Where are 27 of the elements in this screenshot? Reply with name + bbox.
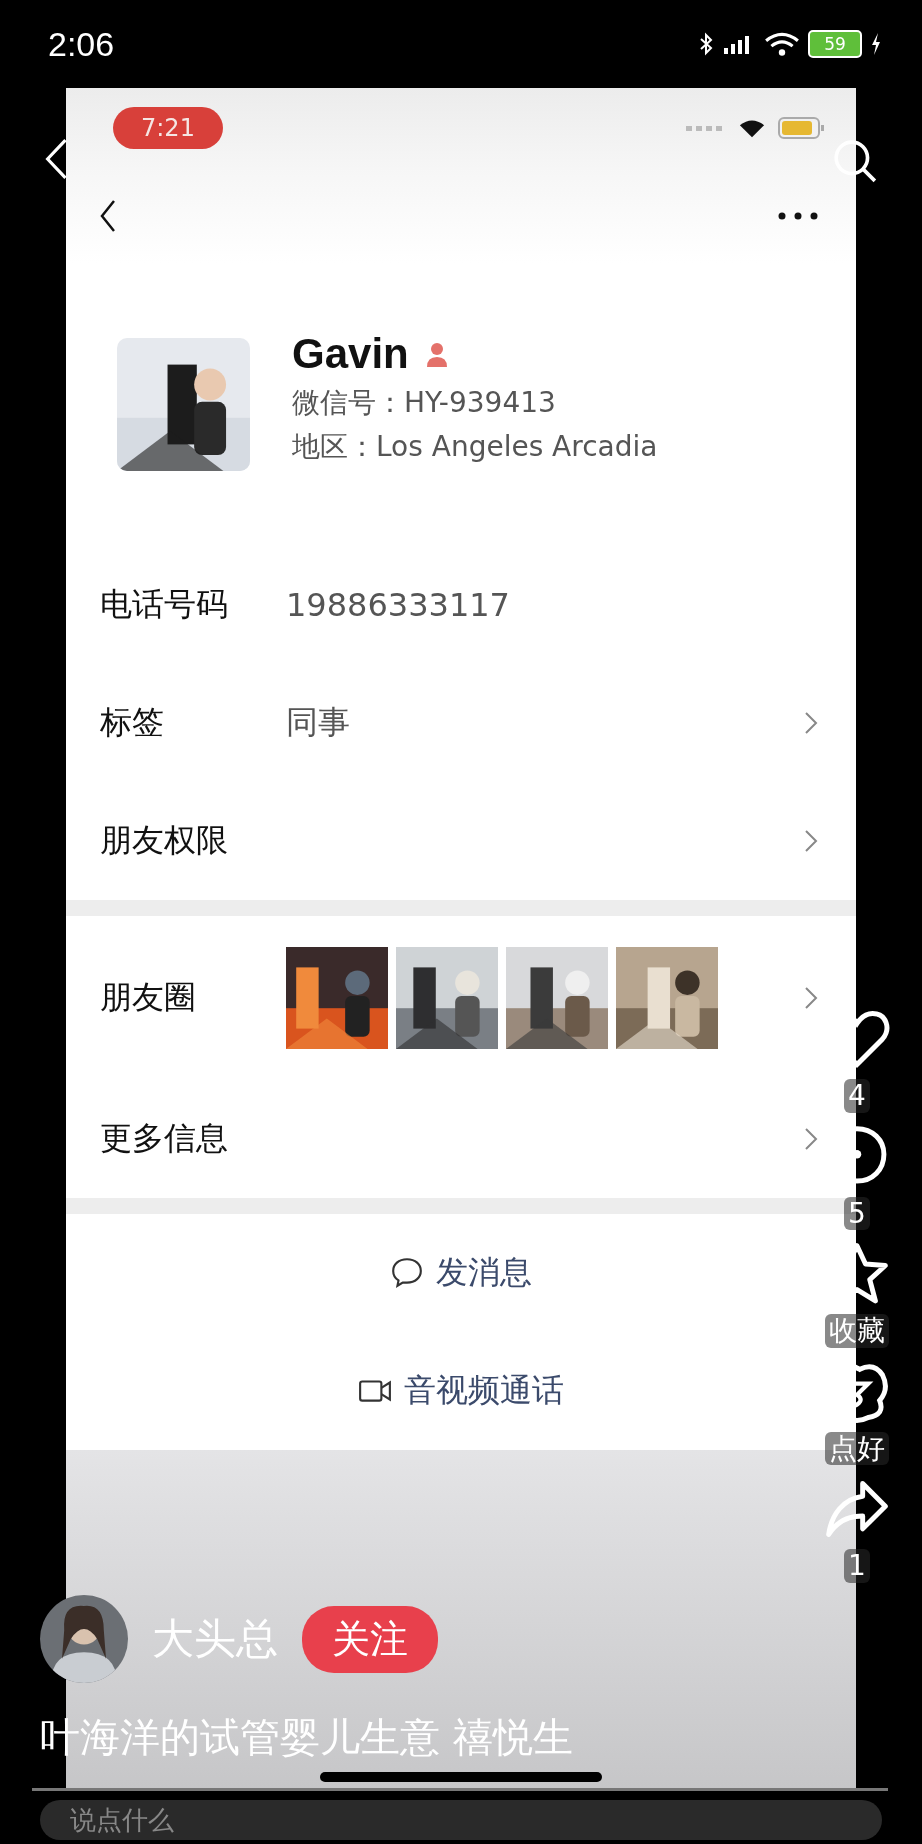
search-icon[interactable] [832, 138, 878, 184]
action-button[interactable]: 发消息 [380, 1243, 542, 1303]
row-value: 同事 [286, 702, 351, 743]
action-count: 4 [844, 1079, 870, 1113]
action-button[interactable]: 音视频通话 [348, 1361, 574, 1421]
action-count: 5 [844, 1196, 870, 1231]
action-count: 1 [844, 1549, 870, 1583]
row-label: 朋友权限 [100, 820, 229, 861]
contact-name: Gavin [292, 330, 409, 378]
chat-bubble-icon [390, 1256, 424, 1290]
battery-level: 59 [824, 35, 846, 53]
back-icon[interactable] [100, 198, 116, 233]
charging-icon [870, 32, 882, 56]
region-text: 地区：Los Angeles Arcadia [292, 429, 658, 465]
row-label: 朋友圈 [100, 977, 197, 1018]
wechat-id: 微信号：HY-939413 [292, 385, 557, 421]
status-time: 7:21 [113, 107, 223, 149]
comment-field[interactable]: 说点什么 [40, 1800, 882, 1840]
row-label: 标签 [100, 702, 165, 743]
row-label: 更多信息 [100, 1118, 229, 1159]
battery-icon [778, 116, 826, 140]
bluetooth-icon [698, 31, 714, 57]
row-value: 19886333117 [286, 586, 511, 624]
row-label: 电话号码 [100, 584, 229, 625]
more-icon[interactable] [778, 211, 818, 220]
status-time: 2:06 [48, 24, 115, 64]
wifi-icon [764, 31, 800, 57]
